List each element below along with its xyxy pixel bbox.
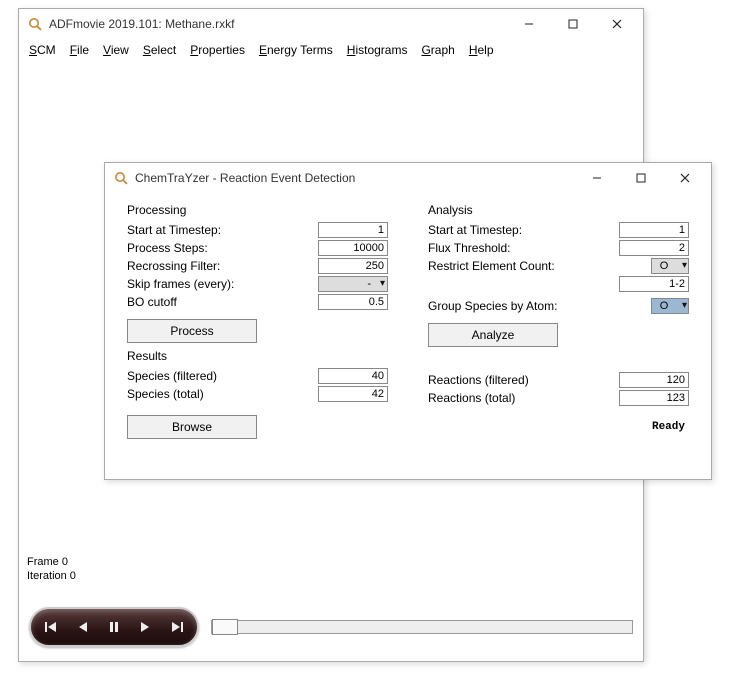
restrict-label: Restrict Element Count:: [428, 259, 651, 273]
species-total-value: 42: [318, 386, 388, 402]
app-icon: [27, 16, 43, 32]
menubar: SCM File View Select Properties Energy T…: [19, 39, 643, 63]
proc-steps-input[interactable]: 10000: [318, 240, 388, 256]
main-window-controls: [507, 10, 639, 38]
species-total-label: Species (total): [127, 387, 318, 401]
dialog-minimize-button[interactable]: [575, 164, 619, 192]
menu-energy[interactable]: Energy Terms: [259, 43, 333, 57]
dialog-app-icon: [113, 170, 129, 186]
analysis-section: Analysis Start at Timestep: 1 Flux Thres…: [428, 203, 689, 445]
proc-skip-label: Skip frames (every):: [127, 277, 318, 291]
menu-scm[interactable]: SCM: [29, 43, 56, 57]
browse-button[interactable]: Browse: [127, 415, 257, 439]
status-text: Ready: [428, 421, 689, 433]
anal-flux-input[interactable]: 2: [619, 240, 689, 256]
processing-section: Processing Start at Timestep: 1 Process …: [127, 203, 388, 445]
proc-skip-select[interactable]: -: [318, 276, 388, 292]
skip-end-button[interactable]: [166, 616, 188, 638]
dialog-titlebar: ChemTraYzer - Reaction Event Detection: [105, 163, 711, 193]
proc-bo-label: BO cutoff: [127, 295, 318, 309]
proc-recross-input[interactable]: 250: [318, 258, 388, 274]
proc-start-input[interactable]: 1: [318, 222, 388, 238]
process-button[interactable]: Process: [127, 319, 257, 343]
restrict-elem-select[interactable]: O: [651, 258, 689, 274]
menu-view[interactable]: View: [103, 43, 129, 57]
main-titlebar: ADFmovie 2019.101: Methane.rxkf: [19, 9, 643, 39]
anal-start-label: Start at Timestep:: [428, 223, 619, 237]
reactions-filtered-label: Reactions (filtered): [428, 373, 619, 387]
frame-info: Frame 0 Iteration 0: [27, 555, 76, 583]
play-controls: [29, 607, 199, 647]
restrict-range-input[interactable]: 1-2: [619, 276, 689, 292]
dialog-close-button[interactable]: [663, 164, 707, 192]
reactions-total-label: Reactions (total): [428, 391, 619, 405]
dialog-body: Processing Start at Timestep: 1 Process …: [105, 193, 711, 479]
proc-steps-label: Process Steps:: [127, 241, 318, 255]
skip-start-button[interactable]: [40, 616, 62, 638]
proc-start-label: Start at Timestep:: [127, 223, 318, 237]
group-label: Group Species by Atom:: [428, 299, 651, 313]
analyze-button[interactable]: Analyze: [428, 323, 558, 347]
dialog-window-controls: [575, 164, 707, 192]
dialog-maximize-button[interactable]: [619, 164, 663, 192]
group-atom-select[interactable]: O: [651, 298, 689, 314]
results-header: Results: [127, 349, 388, 363]
species-filtered-label: Species (filtered): [127, 369, 318, 383]
menu-help[interactable]: Help: [469, 43, 494, 57]
frame-label: Frame 0: [27, 555, 76, 569]
timeline-slider[interactable]: [211, 620, 633, 634]
menu-properties[interactable]: Properties: [190, 43, 245, 57]
menu-file[interactable]: File: [70, 43, 89, 57]
step-back-button[interactable]: [72, 616, 94, 638]
reactions-total-value: 123: [619, 390, 689, 406]
menu-select[interactable]: Select: [143, 43, 176, 57]
pause-button[interactable]: [103, 616, 125, 638]
iteration-label: Iteration 0: [27, 569, 76, 583]
proc-bo-input[interactable]: 0.5: [318, 294, 388, 310]
species-filtered-value: 40: [318, 368, 388, 384]
step-forward-button[interactable]: [134, 616, 156, 638]
playbar: [29, 601, 633, 653]
proc-recross-label: Recrossing Filter:: [127, 259, 318, 273]
dialog-title: ChemTraYzer - Reaction Event Detection: [135, 171, 575, 185]
reactions-filtered-value: 120: [619, 372, 689, 388]
dialog-window: ChemTraYzer - Reaction Event Detection P…: [104, 162, 712, 480]
menu-graph[interactable]: Graph: [421, 43, 454, 57]
minimize-button[interactable]: [507, 10, 551, 38]
anal-flux-label: Flux Threshold:: [428, 241, 619, 255]
close-button[interactable]: [595, 10, 639, 38]
timeline-knob[interactable]: [212, 619, 238, 635]
main-title: ADFmovie 2019.101: Methane.rxkf: [49, 17, 507, 31]
anal-start-input[interactable]: 1: [619, 222, 689, 238]
analysis-header: Analysis: [428, 203, 689, 217]
menu-histograms[interactable]: Histograms: [347, 43, 408, 57]
maximize-button[interactable]: [551, 10, 595, 38]
processing-header: Processing: [127, 203, 388, 217]
